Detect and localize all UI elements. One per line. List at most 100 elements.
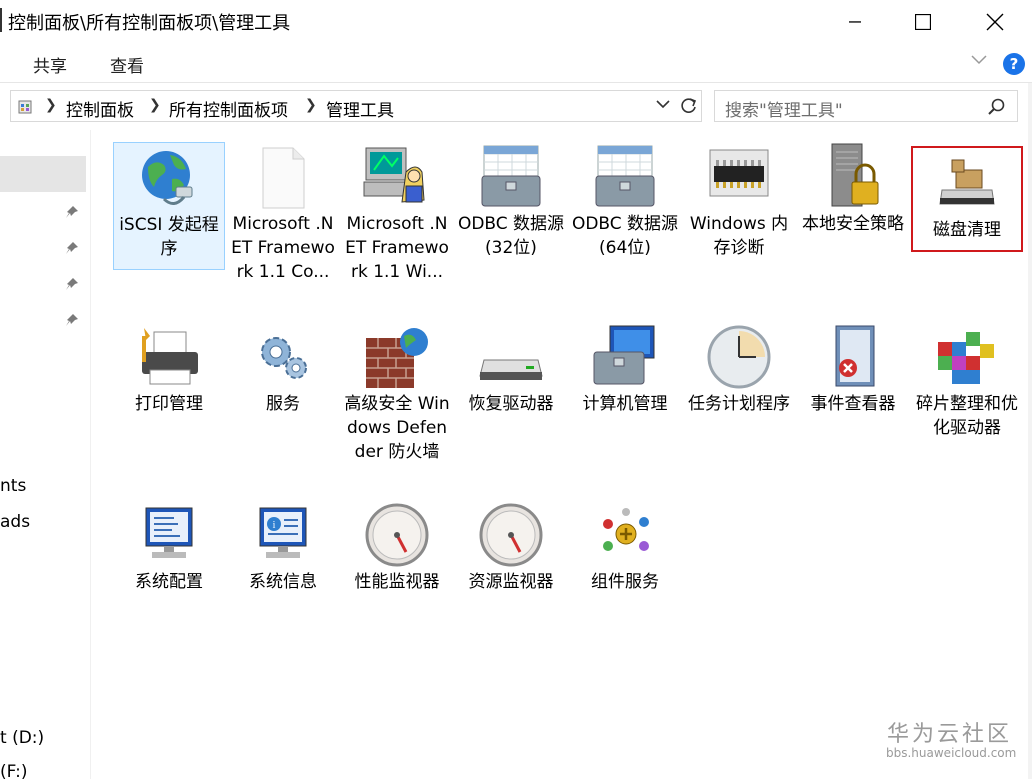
item-label: Windows 内存诊断 [689,214,789,258]
item-label: 任务计划程序 [688,394,790,414]
tab-share[interactable]: 共享 [33,52,67,77]
item-computer-management[interactable]: 计算机管理 [569,322,681,416]
chevron-down-icon[interactable] [970,54,988,66]
monitor-config-icon [145,507,193,558]
item-performance-monitor[interactable]: 性能监视器 [341,500,453,594]
vertical-scrollbar[interactable] [1028,83,1032,779]
close-button[interactable] [972,0,1018,44]
item-system-information[interactable]: i 系统信息 [227,500,339,594]
control-panel-icon [18,100,32,114]
window-title: 控制面板\所有控制面板项\管理工具 [8,13,291,34]
item-label: 性能监视器 [354,572,440,592]
item-net-config[interactable]: Microsoft .NET Framework 1.1 Co... [227,142,339,284]
item-recovery-drive[interactable]: 恢复驱动器 [455,322,567,416]
maximize-button[interactable] [900,0,946,44]
close-icon [986,13,1004,31]
breadcrumb-all-items[interactable]: 所有控制面板项 [169,96,288,121]
nav-selected-item[interactable] [0,156,86,192]
search-placeholder: 搜索"管理工具" [725,101,843,121]
item-component-services[interactable]: 组件服务 [569,500,681,594]
item-label: ODBC 数据源(32位) [457,214,565,258]
iscsi-globe-icon [142,151,193,205]
item-odbc-64[interactable]: ODBC 数据源(64位) [569,142,681,260]
item-label: 磁盘清理 [933,220,1001,240]
item-label: 资源监视器 [468,572,554,592]
item-label: 计算机管理 [582,394,668,414]
item-net-wizards[interactable]: Microsoft .NET Framework 1.1 Wi... [341,142,453,284]
minimize-button[interactable] [832,0,878,44]
tab-view[interactable]: 查看 [110,52,144,77]
drive-icon [479,359,543,380]
event-viewer-icon [835,325,875,387]
item-label: 系统信息 [249,572,317,592]
item-defender-firewall[interactable]: 高级安全 Windows Defender 防火墙 [341,322,453,464]
breadcrumb-separator[interactable]: ❯ [149,97,161,113]
search-icon[interactable] [987,97,1007,117]
watermark-title: 华为云社区 [887,722,1013,747]
item-label: iSCSI 发起程序 [119,215,219,259]
firewall-brick-icon [366,328,428,388]
title-bar: 控制面板\所有控制面板项\管理工具 [0,0,1032,44]
minimize-icon [849,21,861,23]
title-edge [0,8,2,32]
net-wizard-icon [363,147,425,203]
maximize-icon [915,14,931,30]
item-label: Microsoft .NET Framework 1.1 Wi... [345,214,449,282]
item-label: ODBC 数据源(64位) [571,214,679,258]
item-label: 服务 [266,394,300,414]
item-label: 本地安全策略 [802,214,904,234]
item-task-scheduler[interactable]: 任务计划程序 [683,322,795,416]
clock-icon [707,325,771,389]
printer-icon [142,328,198,385]
item-odbc-32[interactable]: ODBC 数据源(32位) [455,142,567,260]
item-services[interactable]: 服务 [227,322,339,416]
search-input[interactable]: 搜索"管理工具" [714,90,1018,122]
odbc-toolbox-icon [481,145,541,207]
security-policy-lock-icon [831,143,879,207]
pin-icon [66,242,78,254]
nav-item-drive-d[interactable]: t (D:) [0,728,44,748]
blank-document-icon [262,147,305,209]
defrag-blocks-icon [938,332,994,384]
item-disk-cleanup[interactable]: 磁盘清理 [911,146,1023,252]
navigation-pane: nts ads t (D:) (F:) [0,130,91,782]
breadcrumb-separator[interactable]: ❯ [45,97,57,113]
pin-icon [66,206,78,218]
item-defragment[interactable]: 碎片整理和优化驱动器 [911,322,1023,440]
item-label: 恢复驱动器 [468,394,554,414]
component-services-icon [603,508,649,551]
help-button[interactable]: ? [1003,53,1025,75]
item-print-management[interactable]: 打印管理 [113,322,225,416]
address-bar[interactable]: ❯ 控制面板 ❯ 所有控制面板项 ❯ 管理工具 [10,90,702,122]
breadcrumb-control-panel[interactable]: 控制面板 [66,96,134,121]
gauge-icon [479,503,543,567]
pin-icon [66,278,78,290]
ribbon-divider [0,82,1032,83]
item-label: 高级安全 Windows Defender 防火墙 [344,394,450,462]
item-iscsi-initiator[interactable]: iSCSI 发起程序 [113,142,225,270]
item-label: Microsoft .NET Framework 1.1 Co... [231,214,335,282]
item-label: 事件查看器 [810,394,896,414]
ribbon: 共享 查看 ? [0,44,1032,82]
nav-item-downloads[interactable]: ads [0,512,30,532]
computer-management-icon [593,325,655,385]
refresh-icon[interactable] [679,96,699,116]
item-memory-diagnostic[interactable]: Windows 内存诊断 [683,142,795,260]
chevron-down-icon[interactable] [655,99,671,111]
item-event-viewer[interactable]: 事件查看器 [797,322,909,416]
item-resource-monitor[interactable]: 资源监视器 [455,500,567,594]
odbc-toolbox-icon [595,145,655,207]
breadcrumb-admin-tools[interactable]: 管理工具 [326,96,394,121]
item-local-security-policy[interactable]: 本地安全策略 [797,142,909,236]
nav-item-drive-f[interactable]: (F:) [0,762,27,782]
gauge-icon [365,503,429,567]
item-label: 打印管理 [135,394,203,414]
item-label: 组件服务 [591,572,659,592]
watermark-url: bbs.huaweicloud.com [886,746,1017,760]
nav-item-documents[interactable]: nts [0,476,26,496]
gears-icon [261,337,307,379]
item-system-configuration[interactable]: 系统配置 [113,500,225,594]
monitor-info-icon: i [259,507,307,558]
memory-chip-icon [709,149,769,197]
breadcrumb-separator[interactable]: ❯ [305,97,317,113]
